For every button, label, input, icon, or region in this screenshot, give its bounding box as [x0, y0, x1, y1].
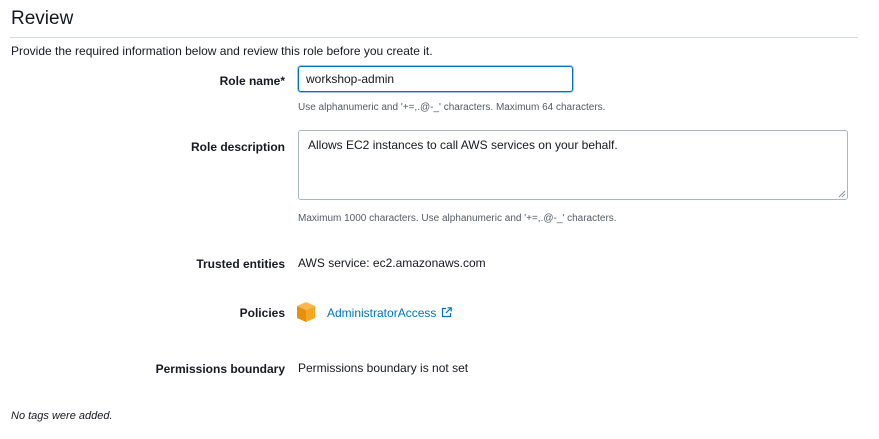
policy-cube-icon [297, 302, 315, 322]
trusted-entities-label: Trusted entities [196, 257, 285, 271]
role-name-hint: Use alphanumeric and '+=,.@-_' character… [298, 102, 606, 113]
policy-link-administratoraccess[interactable]: AdministratorAccess [327, 306, 453, 320]
permissions-boundary-label: Permissions boundary [155, 362, 285, 376]
policy-link-label: AdministratorAccess [327, 306, 437, 320]
page-title: Review [11, 8, 74, 29]
role-name-input[interactable] [298, 66, 573, 92]
role-description-hint: Maximum 1000 characters. Use alphanumeri… [298, 213, 617, 224]
role-description-label: Role description [190, 140, 285, 154]
permissions-boundary-value: Permissions boundary is not set [298, 361, 469, 375]
role-name-label: Role name* [219, 74, 285, 88]
no-tags-message: No tags were added. [11, 410, 113, 422]
policies-label: Policies [239, 306, 285, 320]
intro-text: Provide the required information below a… [11, 44, 433, 58]
role-description-textarea[interactable]: Allows EC2 instances to call AWS service… [298, 130, 848, 200]
external-link-icon [442, 307, 453, 318]
resize-grip-icon[interactable] [838, 190, 846, 198]
title-divider [10, 37, 858, 38]
trusted-entities-value: AWS service: ec2.amazonaws.com [298, 256, 486, 270]
